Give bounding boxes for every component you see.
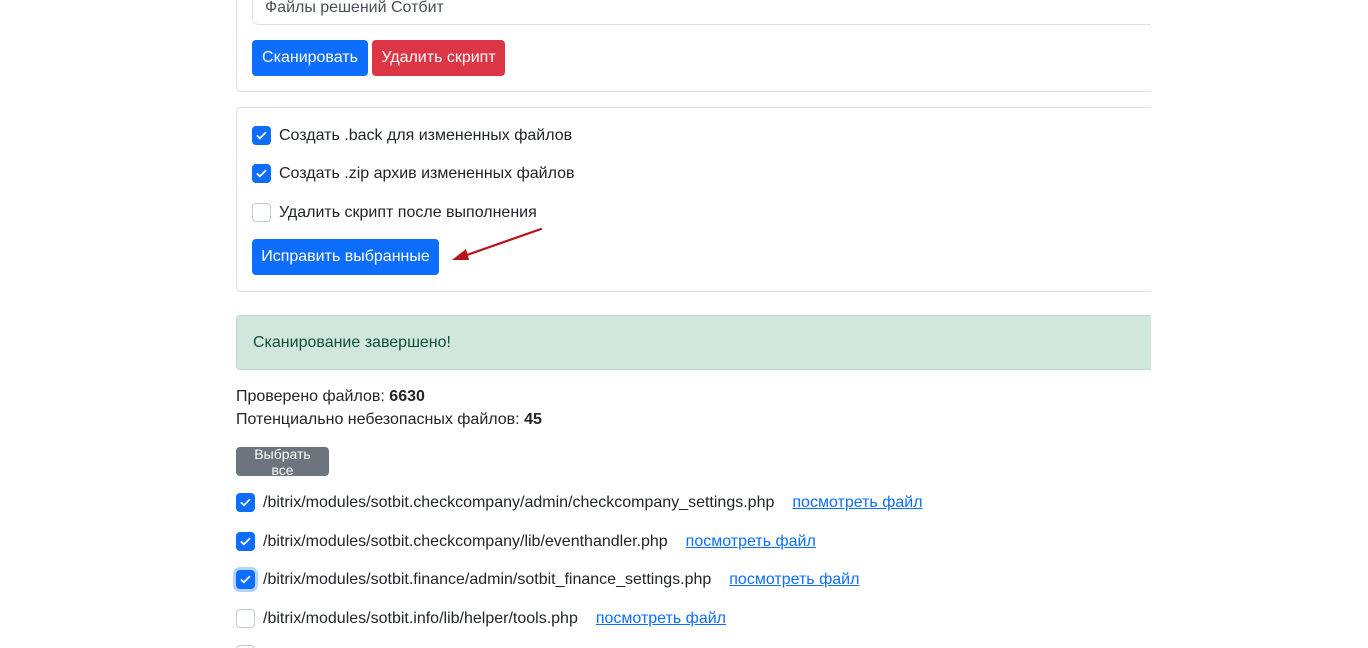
unsafe-files-value: 45 — [524, 411, 542, 428]
view-file-link[interactable]: посмотреть файл — [729, 571, 859, 589]
file-checkbox[interactable] — [236, 609, 255, 628]
file-path: /bitrix/modules/sotbit.info/lib/helper/t… — [263, 609, 578, 627]
file-checkbox[interactable] — [236, 532, 255, 551]
option-delete-after[interactable]: Удалить скрипт после выполнения — [252, 203, 537, 222]
file-path: /bitrix/modules/sotbit.checkcompany/admi… — [263, 493, 775, 511]
check-icon — [240, 575, 251, 584]
file-checkbox[interactable] — [236, 493, 255, 512]
view-file-link[interactable]: посмотреть файл — [596, 610, 726, 628]
file-row: /bitrix/modules/sotbit.checkcompany/admi… — [236, 493, 923, 512]
file-row: /bitrix/modules/sotbit.info/lib/helper/t… — [236, 609, 726, 628]
checkbox[interactable] — [252, 126, 271, 145]
file-checkbox[interactable] — [236, 570, 255, 589]
check-icon — [256, 169, 267, 178]
option-label: Удалить скрипт после выполнения — [279, 203, 537, 221]
scan-complete-alert: Сканирование завершено! — [236, 315, 1151, 370]
view-file-link[interactable]: посмотреть файл — [686, 533, 816, 551]
delete-script-button[interactable]: Удалить скрипт — [372, 40, 505, 76]
check-icon — [240, 537, 251, 546]
option-create-zip[interactable]: Создать .zip архив измененных файлов — [252, 164, 575, 183]
option-label: Создать .back для измененных файлов — [279, 126, 573, 144]
files-checked-label: Проверено файлов: — [236, 388, 390, 405]
fix-selected-button[interactable]: Исправить выбранные — [252, 239, 439, 275]
view-file-link[interactable]: посмотреть файл — [792, 494, 922, 512]
option-create-back[interactable]: Создать .back для измененных файлов — [252, 126, 572, 145]
file-path: /bitrix/modules/sotbit.checkcompany/lib/… — [263, 532, 668, 550]
unsafe-files-label: Потенциально небезопасных файлов: — [236, 411, 525, 428]
files-checked-stat: Проверено файлов: 6630 — [236, 388, 425, 406]
scan-button[interactable]: Сканировать — [252, 40, 368, 76]
file-row: /bitrix/modules/sotbit.finance/admin/sot… — [236, 570, 859, 589]
files-checked-value: 6630 — [389, 388, 425, 405]
select-all-button[interactable]: Выбрать все — [236, 446, 329, 478]
checkbox[interactable] — [252, 203, 271, 222]
annotation-arrow-icon — [452, 227, 543, 260]
file-row: /bitrix/modules/sotbit.checkcompany/lib/… — [236, 532, 816, 551]
option-label: Создать .zip архив измененных файлов — [279, 164, 575, 182]
file-path: /bitrix/modules/sotbit.finance/admin/sot… — [263, 570, 712, 588]
unsafe-files-stat: Потенциально небезопасных файлов: 45 — [236, 411, 542, 429]
checkbox[interactable] — [252, 164, 271, 183]
page: Файлы решений Сотбит Сканировать Удалить… — [0, 0, 1368, 648]
check-icon — [256, 131, 267, 140]
check-icon — [240, 498, 251, 507]
scan-target-field[interactable]: Файлы решений Сотбит — [252, 0, 1151, 25]
